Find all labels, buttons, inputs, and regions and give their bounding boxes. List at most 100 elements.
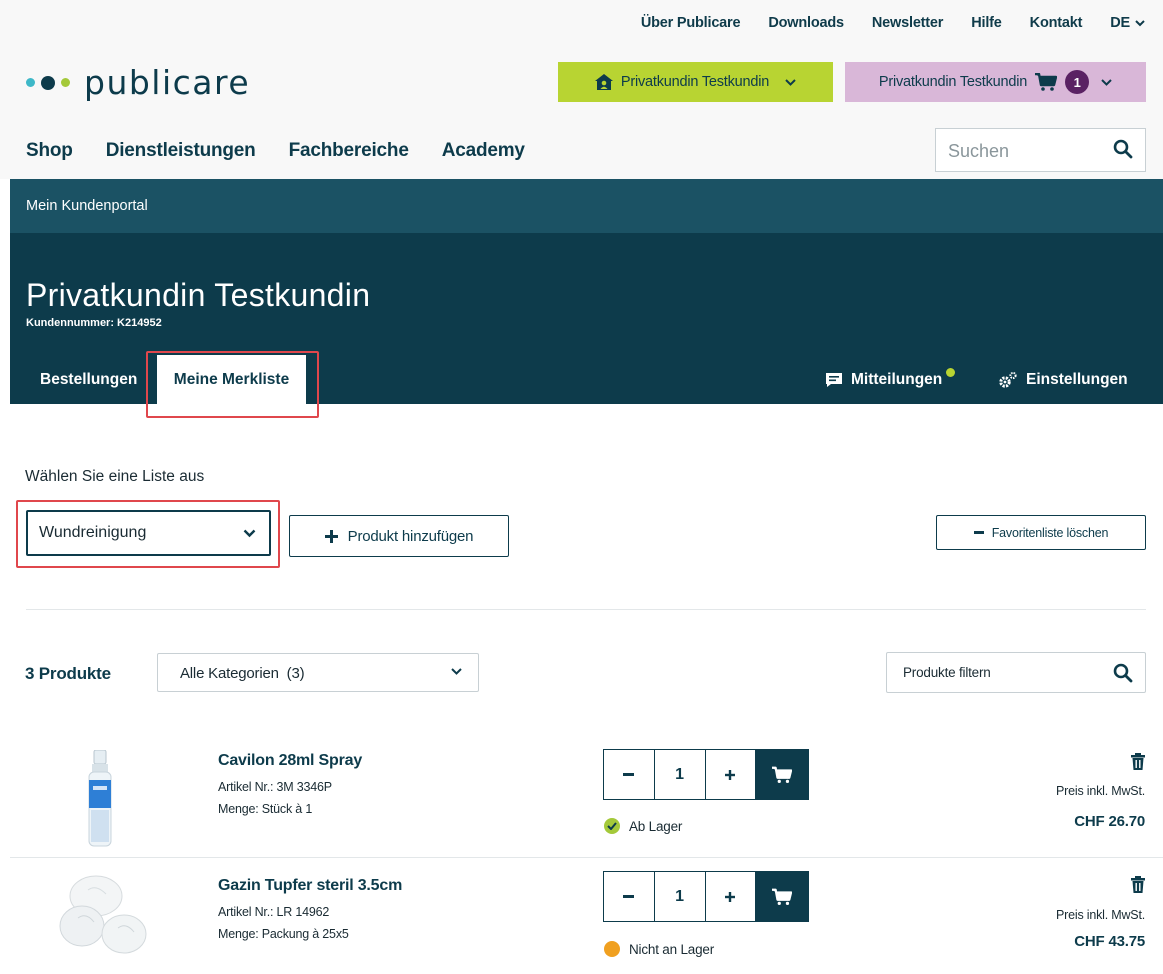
product-price: CHF 26.70	[1074, 813, 1145, 830]
row-divider	[10, 857, 1163, 858]
product-quantity-unit: Menge: Stück à 1	[218, 802, 313, 816]
chevron-down-icon	[1101, 78, 1112, 86]
price-label: Preis inkl. MwSt.	[1056, 908, 1145, 922]
minus-icon	[973, 531, 984, 534]
shopping-cart-icon	[772, 766, 793, 783]
tab-einstellungen-label: Einstellungen	[1026, 371, 1128, 388]
tab-mitteilungen-label: Mitteilungen	[851, 371, 943, 388]
minus-icon	[623, 895, 635, 898]
section-divider	[26, 609, 1146, 610]
chevron-down-icon	[451, 668, 462, 675]
language-selector[interactable]: DE	[1110, 15, 1145, 31]
language-label: DE	[1110, 15, 1130, 31]
increment-button[interactable]	[706, 872, 757, 921]
quantity-value[interactable]: 1	[655, 750, 706, 799]
logo-wordmark: publicare	[84, 63, 251, 102]
plus-icon	[725, 769, 736, 780]
category-select[interactable]: Alle Kategorien (3)	[157, 653, 479, 692]
site-header: publicare Privatkundin Testkundin Privat…	[0, 48, 1163, 112]
product-name[interactable]: Gazin Tupfer steril 3.5cm	[218, 877, 402, 895]
clear-favorites-label: Favoritenliste löschen	[991, 525, 1109, 540]
account-button[interactable]: Privatkundin Testkundin	[558, 62, 833, 102]
stock-status-label: Ab Lager	[629, 818, 683, 834]
chevron-down-icon	[243, 529, 256, 538]
utility-link-newsletter[interactable]: Newsletter	[872, 15, 944, 31]
decrement-button[interactable]	[604, 872, 655, 921]
product-quantity-unit: Menge: Packung à 25x5	[218, 927, 349, 941]
logo-dot	[41, 75, 55, 90]
tab-mitteilungen[interactable]: Mitteilungen	[825, 367, 956, 389]
stock-status: Ab Lager	[604, 818, 682, 834]
highlight-tab-outline	[146, 351, 319, 418]
tab-einstellungen[interactable]: Einstellungen	[998, 371, 1128, 389]
stock-status: Nicht an Lager	[604, 941, 714, 957]
add-product-button[interactable]: Produkt hinzufügen	[289, 515, 509, 557]
stock-status-label: Nicht an Lager	[629, 941, 715, 957]
account-label: Privatkundin Testkundin	[620, 74, 770, 90]
product-image-swabs[interactable]	[48, 868, 150, 960]
cart-button[interactable]: Privatkundin Testkundin 1	[845, 62, 1146, 102]
quantity-stepper: 1	[603, 749, 809, 800]
chevron-down-icon	[1135, 20, 1145, 27]
wishlist-selected-value: Wundreinigung	[39, 524, 147, 541]
product-article-number: Artikel Nr.: LR 14962	[218, 905, 330, 919]
tab-bestellungen[interactable]: Bestellungen	[40, 371, 137, 389]
main-nav-items: Shop Dienstleistungen Fachbereiche Acade…	[26, 140, 558, 162]
nav-item-shop[interactable]: Shop	[26, 140, 73, 162]
product-name[interactable]: Cavilon 28ml Spray	[218, 752, 362, 770]
list-choose-label: Wählen Sie eine Liste aus	[25, 468, 205, 485]
nav-item-dienstleistungen[interactable]: Dienstleistungen	[106, 140, 256, 162]
shopping-cart-icon	[1035, 73, 1058, 91]
logo-dot	[61, 78, 70, 87]
utility-nav: Über Publicare Downloads Newsletter Hilf…	[613, 15, 1145, 31]
portal-breadcrumb-bar: Mein Kundenportal	[10, 179, 1163, 233]
customer-name-title: Privatkundin Testkundin	[26, 277, 371, 313]
utility-link-kontakt[interactable]: Kontakt	[1030, 15, 1083, 31]
utility-link-downloads[interactable]: Downloads	[768, 15, 844, 31]
shopping-cart-icon	[772, 888, 793, 905]
chevron-down-icon	[785, 78, 796, 86]
decrement-button[interactable]	[604, 750, 655, 799]
add-to-cart-button[interactable]	[756, 750, 808, 799]
add-to-cart-button[interactable]	[756, 872, 808, 921]
search-icon[interactable]	[1113, 663, 1133, 683]
product-count: 3 Produkte	[25, 664, 111, 683]
quantity-stepper: 1	[603, 871, 809, 922]
nav-item-academy[interactable]: Academy	[442, 140, 525, 162]
gears-icon	[999, 371, 1017, 388]
message-icon	[826, 373, 842, 387]
search-icon[interactable]	[1113, 139, 1133, 159]
publicare-logo[interactable]: publicare	[26, 63, 250, 102]
search-placeholder: Suchen	[948, 141, 1010, 161]
logo-dot	[26, 78, 35, 87]
cart-count-badge: 1	[1065, 70, 1090, 94]
trash-icon[interactable]	[1130, 753, 1146, 770]
category-selected-value: Alle Kategorien (3)	[180, 665, 305, 682]
product-image-spray[interactable]	[80, 750, 120, 848]
wishlist-select[interactable]: Wundreinigung	[26, 510, 271, 556]
notification-dot	[946, 367, 956, 377]
trash-icon[interactable]	[1130, 876, 1146, 893]
check-icon	[604, 818, 620, 834]
product-article-number: Artikel Nr.: 3M 3346P	[218, 780, 332, 794]
breadcrumb-kundenportal[interactable]: Mein Kundenportal	[26, 198, 148, 214]
plus-icon	[725, 891, 736, 902]
top-utility-bar: Über Publicare Downloads Newsletter Hilf…	[0, 0, 1163, 48]
utility-link-hilfe[interactable]: Hilfe	[971, 15, 1002, 31]
increment-button[interactable]	[706, 750, 757, 799]
filter-placeholder: Produkte filtern	[903, 665, 991, 680]
quantity-value[interactable]: 1	[655, 872, 706, 921]
add-product-label: Produkt hinzufügen	[347, 527, 474, 545]
utility-link-ueber-publicare[interactable]: Über Publicare	[641, 15, 741, 31]
plus-icon	[324, 529, 338, 543]
product-price: CHF 43.75	[1074, 933, 1145, 950]
product-filter-input[interactable]: Produkte filtern	[886, 652, 1146, 693]
nav-item-fachbereiche[interactable]: Fachbereiche	[289, 140, 409, 162]
house-user-icon	[594, 74, 613, 90]
cart-owner-label: Privatkundin Testkundin	[878, 74, 1028, 90]
customer-number: Kundennummer: K214952	[26, 317, 162, 329]
price-label: Preis inkl. MwSt.	[1056, 784, 1145, 798]
clear-favorites-button[interactable]: Favoritenliste löschen	[936, 515, 1146, 550]
minus-icon	[623, 773, 635, 776]
site-search-input[interactable]: Suchen	[935, 128, 1146, 172]
